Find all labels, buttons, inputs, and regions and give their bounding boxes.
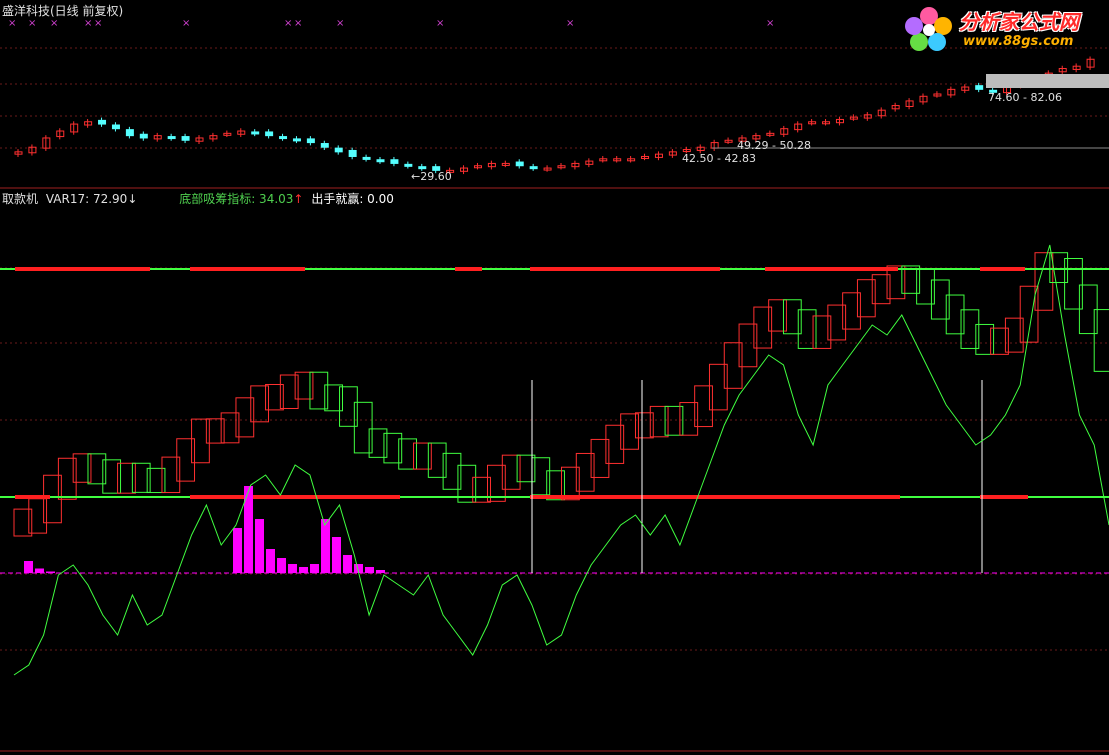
price-low-label: ←29.60 [411,170,452,183]
histogram-bar [255,519,264,573]
candle-body [139,133,148,139]
histogram-bar [299,567,308,573]
histogram-bar [332,537,341,573]
var17-line [13,244,1109,676]
candle-body [181,136,190,141]
candle-body [306,138,315,144]
top-marker: × [566,18,574,29]
top-marker: × [8,18,16,29]
candle-body [362,156,371,160]
candle-body [376,159,385,163]
candle-body [975,85,984,90]
top-marker: × [84,18,92,29]
candle-body [292,138,301,142]
top-marker: × [336,18,344,29]
price-range-label-3: 74.60 - 82.06 [988,91,1062,104]
var17-down-arrow-icon: ↓ [127,192,138,206]
histogram-bar [310,564,319,573]
oscillator-box [1093,309,1109,372]
var17-value: VAR17: 72.90 [45,192,128,206]
candle-body [515,161,524,167]
candle-body [529,166,538,170]
candle-body [390,159,399,164]
top-marker: × [94,18,102,29]
price-range-label-1: 42.50 - 42.83 [682,152,756,165]
histogram-bar [365,567,374,573]
histogram-bar [376,570,385,573]
histogram-bar [266,549,275,573]
candle-body [348,149,357,157]
watermark-url: www.88gs.com [963,34,1074,49]
watermark-logo: 分析家公式网 www.88gs.com [901,2,1101,54]
top-marker: × [284,18,292,29]
chart-canvas: × × × × × × × × × × × × [0,18,1109,752]
candle-body [334,147,343,153]
bottom-indicator-value: 底部吸筹指标: 34.03 [179,192,294,206]
top-marker: × [436,18,444,29]
top-marker: × [28,18,36,29]
indicator-name: 取款机 [2,192,39,206]
histogram-bar [321,519,330,573]
top-marker: × [50,18,58,29]
histogram-bar [46,571,55,573]
candle-body [251,131,260,135]
flower-logo-icon [905,7,952,51]
candle-body [418,166,427,170]
histogram-bar [343,555,352,573]
indicator-header: 取款机 VAR17: 72.90↓ 底部吸筹指标: 34.03↑ 出手就赢: 0… [2,192,394,206]
candle-body [404,163,413,167]
top-marker: × [294,18,302,29]
histogram-bar [233,528,242,573]
top-marker: × [766,18,774,29]
candle-body [125,129,134,137]
histogram-bar [277,558,286,573]
candle-body [279,136,288,140]
price-range-bar [986,74,1109,88]
price-range-label-2: 49.29 - 50.28 [737,139,811,152]
histogram-bar [24,561,33,573]
candle-body [111,124,120,130]
candle-body [265,131,274,137]
histogram-bar [288,564,297,573]
stock-title: 盛洋科技(日线 前复权) [2,4,124,18]
candle-body [167,136,176,140]
histogram-bar [35,568,44,573]
candle-body [98,119,107,125]
watermark-title: 分析家公式网 [959,10,1079,34]
action-value: 出手就赢: 0.00 [311,192,394,206]
top-marker: × [182,18,190,29]
candle-body [320,143,329,148]
bottom-up-arrow-icon: ↑ [293,192,304,206]
